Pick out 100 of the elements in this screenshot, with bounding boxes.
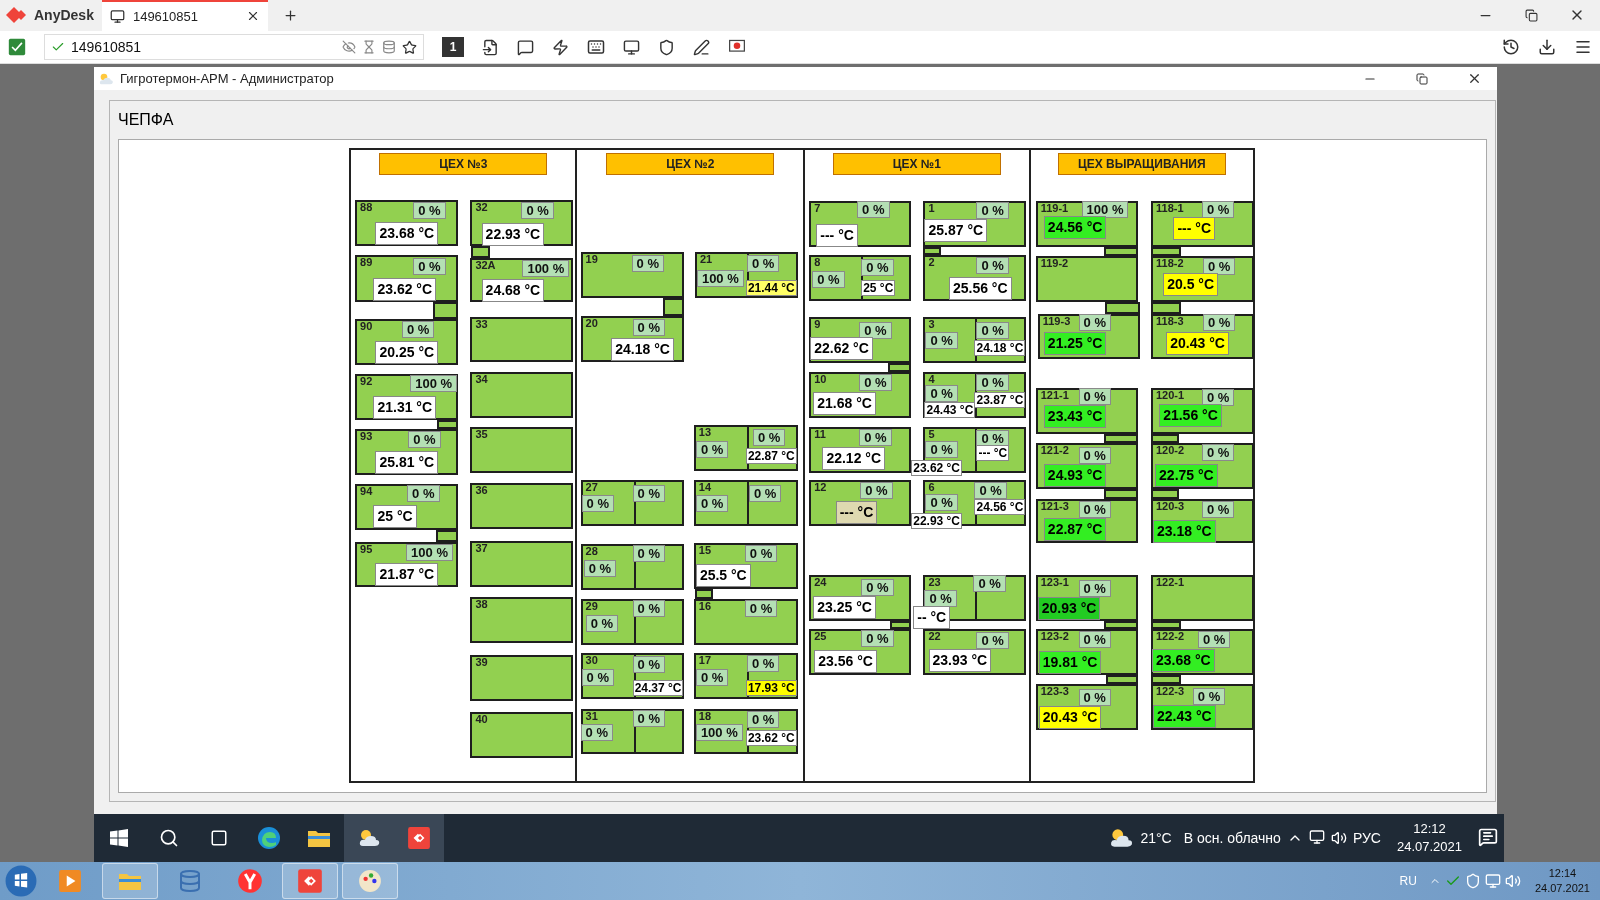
room[interactable]: 24 0 % 23.25 °C [809,574,912,621]
search-icon[interactable] [159,828,179,849]
room[interactable]: 7 0 % --- °C [809,201,912,248]
star-icon[interactable] [402,39,417,55]
room[interactable]: 123-1 0 % 20.93 °C [1035,574,1138,621]
humidity-reading: 0 % [1203,257,1236,275]
restore-icon[interactable] [1524,8,1538,22]
room[interactable]: 22 0 % 23.93 °C [923,628,1027,675]
folder-icon[interactable] [307,828,331,849]
humidity-reading: 0 % [695,495,729,513]
room[interactable]: 27 0 % 0 % [580,479,684,526]
room[interactable]: 10 0 % 21.68 °C [809,371,912,418]
room[interactable]: 121-2 0 % 24.93 °C [1035,443,1138,490]
room[interactable]: 119-3 0 % 21.25 °C [1037,313,1140,359]
clock[interactable]: 12:14 24.07.2021 [1524,866,1600,897]
room[interactable]: 32 0 % 22.93 °C [470,200,574,247]
room[interactable]: 122-1 [1151,574,1255,621]
room[interactable]: 123-3 0 % 20.43 °C [1035,684,1138,730]
room[interactable]: 93 0 % 25.81 °C [355,428,459,475]
room[interactable]: 38 [470,597,574,644]
pen-icon[interactable] [693,38,710,56]
room[interactable]: 35 [470,426,574,473]
room[interactable]: 123-2 0 % 19.81 °C [1035,628,1138,675]
room-number: 36 [475,485,488,496]
chat-icon[interactable] [517,38,534,56]
display-button[interactable]: 1 [442,37,464,58]
address-field[interactable]: 149610851 [44,34,424,61]
room[interactable]: 89 0 % 23.62 °C [355,255,459,303]
shield-icon[interactable] [658,38,675,56]
room[interactable]: 94 0 % 25 °C [355,484,459,530]
room[interactable]: 2 0 % 25.56 °C [923,255,1027,302]
room[interactable]: 120-2 0 % 22.75 °C [1151,443,1255,490]
room[interactable]: 36 [470,483,574,529]
room[interactable]: 9 0 % 22.62 °C [809,316,912,363]
restore-icon[interactable] [1416,72,1428,85]
session-tab[interactable]: 149610851 [101,0,268,31]
humidity-reading: 0 % [1078,388,1111,406]
keyboard-icon[interactable] [587,38,605,57]
room[interactable]: 95 100 % 21.87 °C [355,542,459,588]
humidity-reading: 0 % [973,574,1006,592]
room[interactable]: 90 0 % 20.25 °C [355,318,459,365]
status-icon[interactable] [8,38,26,57]
room[interactable]: 8 0 % 0 % 25 °C [809,255,912,302]
new-tab-icon[interactable] [283,7,299,23]
storage-icon[interactable] [382,40,396,55]
media-player-icon[interactable] [58,869,82,894]
room[interactable]: 120-3 0 % 23.18 °C [1151,499,1255,544]
browser-icon[interactable] [237,868,263,895]
room[interactable]: 31 0 % 0 % [580,708,684,755]
room[interactable]: 118-3 0 % 20.43 °C [1151,313,1255,359]
anydesk-icon[interactable] [407,826,431,851]
room[interactable]: 118-1 0 % --- °C [1151,201,1255,248]
room[interactable]: 120-1 0 % 21.56 °C [1151,388,1255,435]
privacy-icon[interactable] [342,40,356,55]
notification-icon[interactable] [1478,826,1498,847]
room[interactable]: 25 0 % 23.56 °C [809,628,912,675]
room[interactable]: 11 0 % 22.12 °C [809,426,912,473]
browser-icon[interactable] [257,826,281,851]
room[interactable]: 12 0 % --- °C [809,479,912,526]
start-icon[interactable] [110,829,128,848]
room[interactable]: 34 [470,371,574,418]
file-transfer-icon[interactable] [482,38,499,56]
room[interactable]: 118-2 0 % 20.5 °C [1151,256,1255,303]
room[interactable]: 33 [470,316,574,362]
room[interactable]: 32A 100 % 24.68 °C [470,257,574,303]
room[interactable]: 19 0 % [580,252,684,299]
volume-icon[interactable] [1330,830,1347,847]
humidity-reading: 0 % [748,485,782,503]
history-icon[interactable] [1502,38,1520,57]
room[interactable]: 122-3 0 % 22.43 °C [1151,684,1255,730]
room[interactable]: 29 0 % 0 % [580,599,684,646]
lightning-icon[interactable] [552,38,569,56]
room[interactable]: 121-1 0 % 23.43 °C [1035,388,1138,435]
paint-palette-icon[interactable] [358,869,382,894]
room[interactable]: 15 0 % 25.5 °C [693,543,798,590]
temperature-reading: 23.68 °C [1152,649,1215,673]
room-number: 23 [928,576,941,588]
room[interactable]: 39 [470,655,574,702]
passage [889,620,912,629]
download-icon[interactable] [1538,38,1556,57]
room[interactable]: 119-2 [1035,256,1138,303]
room[interactable]: 1 0 % 25.87 °C [923,201,1027,248]
room[interactable]: 121-3 0 % 22.87 °C [1035,499,1138,544]
room[interactable]: 119-1 100 % 24.56 °C [1035,201,1138,248]
task-view-icon[interactable] [210,829,228,848]
anydesk-logo-icon[interactable] [6,6,28,25]
clock[interactable]: 12:12 24.07.2021 [1386,820,1472,857]
passage [663,298,684,316]
hourglass-icon[interactable] [362,40,376,55]
start-orb-icon[interactable] [4,864,38,899]
room[interactable]: 14 0 % 0 % [693,479,798,526]
room[interactable]: 28 0 % 0 % [580,544,684,591]
room[interactable]: 16 0 % [693,599,798,646]
language-indicator[interactable]: РУС [1346,830,1387,847]
humidity-reading: 0 % [925,494,958,512]
room[interactable]: 88 0 % 23.68 °C [355,200,459,247]
monitor-icon[interactable] [623,38,640,56]
room[interactable]: 40 [470,711,574,758]
room[interactable]: 37 [470,541,574,588]
room[interactable]: 122-2 0 % 23.68 °C [1151,628,1255,675]
